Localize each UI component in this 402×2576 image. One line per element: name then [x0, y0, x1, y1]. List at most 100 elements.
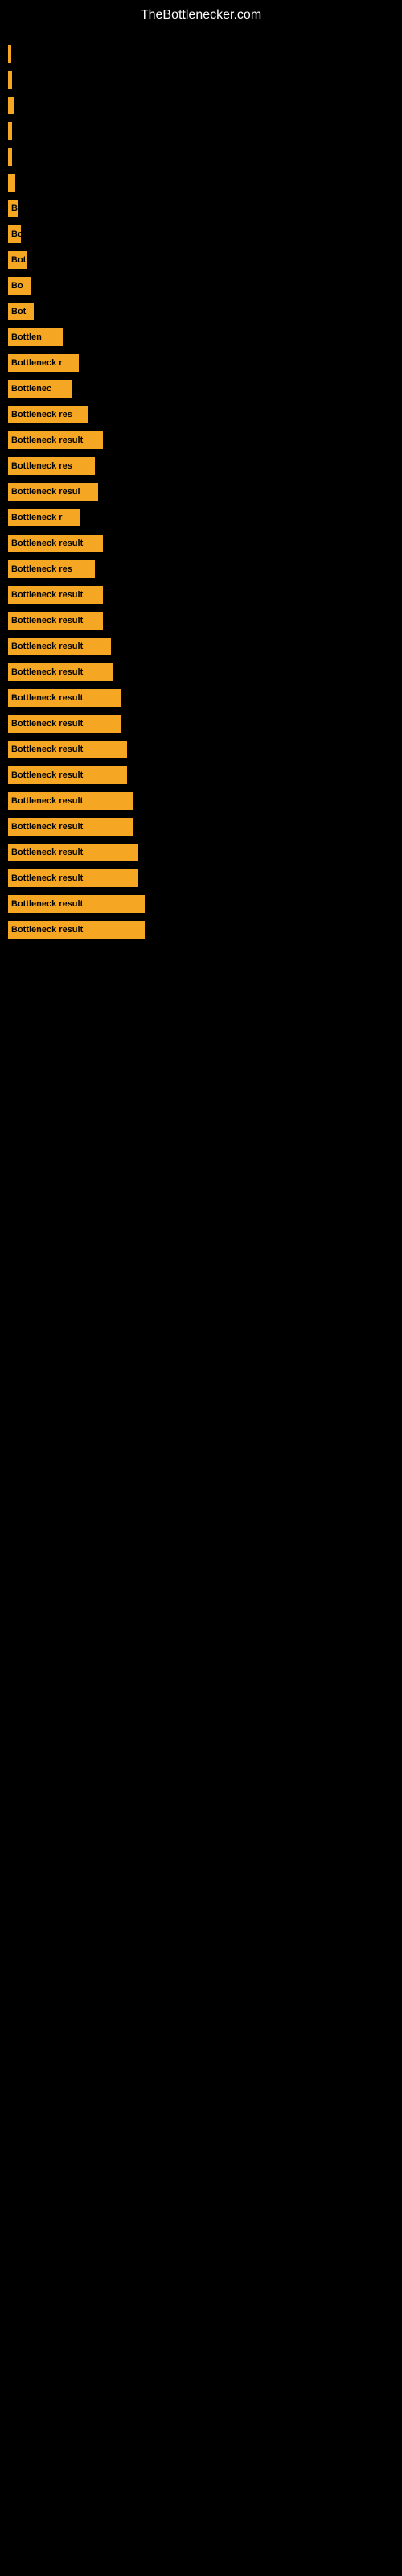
bar-row: Bottleneck result [8, 712, 402, 735]
bar-row: Bottleneck result [8, 532, 402, 555]
bar-row: B [8, 197, 402, 220]
bar-5 [8, 148, 12, 166]
bar-label-23: Bottleneck result [11, 616, 83, 625]
bar-row: Bot [8, 300, 402, 323]
bar-row [8, 120, 402, 142]
bar-row: Bot [8, 249, 402, 271]
bar-row: Bottleneck result [8, 764, 402, 786]
bar-label-30: Bottleneck result [11, 796, 83, 806]
bar-row: Bottleneck result [8, 790, 402, 812]
bar-25: Bottleneck result [8, 663, 113, 681]
bar-label-35: Bottleneck result [11, 925, 83, 935]
bar-row: Bottleneck res [8, 455, 402, 477]
bar-row: Bottleneck result [8, 919, 402, 941]
bar-21: Bottleneck res [8, 560, 95, 578]
bar-31: Bottleneck result [8, 818, 133, 836]
bar-19: Bottleneck r [8, 509, 80, 526]
bar-14: Bottlenec [8, 380, 72, 398]
bar-row: Bottleneck result [8, 584, 402, 606]
bar-row: Bottlenec [8, 378, 402, 400]
bar-label-27: Bottleneck result [11, 719, 83, 729]
bar-17: Bottleneck res [8, 457, 95, 475]
bar-4 [8, 122, 12, 140]
bar-label-8: Bo [11, 229, 21, 239]
bar-13: Bottleneck r [8, 354, 79, 372]
bar-2 [8, 71, 12, 89]
bar-7: B [8, 200, 18, 217]
bar-row: Bottleneck result [8, 687, 402, 709]
bar-label-24: Bottleneck result [11, 642, 83, 651]
bar-29: Bottleneck result [8, 766, 127, 784]
bar-24: Bottleneck result [8, 638, 111, 655]
bar-label-10: Bo [11, 281, 23, 291]
bar-label-13: Bottleneck r [11, 358, 63, 368]
bar-16: Bottleneck result [8, 431, 103, 449]
bar-label-12: Bottlen [11, 332, 42, 342]
bar-34: Bottleneck result [8, 895, 145, 913]
bar-label-32: Bottleneck result [11, 848, 83, 857]
bar-8: Bo [8, 225, 21, 243]
bar-label-19: Bottleneck r [11, 513, 63, 522]
bar-27: Bottleneck result [8, 715, 121, 733]
bar-35: Bottleneck result [8, 921, 145, 939]
bar-18: Bottleneck resul [8, 483, 98, 501]
bar-row [8, 146, 402, 168]
bar-11: Bot [8, 303, 34, 320]
bar-label-11: Bot [11, 307, 26, 316]
bar-row: Bottleneck result [8, 841, 402, 864]
bar-1 [8, 45, 11, 63]
bar-label-26: Bottleneck result [11, 693, 83, 703]
bar-label-34: Bottleneck result [11, 899, 83, 909]
bar-33: Bottleneck result [8, 869, 138, 887]
bar-label-16: Bottleneck result [11, 436, 83, 445]
bar-row: Bottleneck result [8, 661, 402, 683]
bar-label-31: Bottleneck result [11, 822, 83, 832]
bar-23: Bottleneck result [8, 612, 103, 630]
bar-row: Bottleneck result [8, 815, 402, 838]
bar-row: Bottleneck result [8, 893, 402, 915]
bar-row: Bo [8, 223, 402, 246]
bar-label-29: Bottleneck result [11, 770, 83, 780]
bar-15: Bottleneck res [8, 406, 88, 423]
bar-label-9: Bot [11, 255, 26, 265]
bar-label-33: Bottleneck result [11, 873, 83, 883]
bar-row: Bottleneck result [8, 738, 402, 761]
bar-22: Bottleneck result [8, 586, 103, 604]
bar-label-7: B [11, 204, 18, 213]
bars-container: B Bo Bot Bo Bot Bottlen Bottleneck r Bottlenec B… [0, 27, 402, 944]
bar-label-18: Bottleneck resul [11, 487, 80, 497]
bar-label-25: Bottleneck result [11, 667, 83, 677]
bar-row [8, 43, 402, 65]
bar-26: Bottleneck result [8, 689, 121, 707]
bar-label-20: Bottleneck result [11, 539, 83, 548]
bar-label-22: Bottleneck result [11, 590, 83, 600]
bar-row: Bottleneck res [8, 403, 402, 426]
bar-row: Bottleneck r [8, 506, 402, 529]
bar-row: Bo [8, 275, 402, 297]
bar-3 [8, 97, 14, 114]
bar-row [8, 171, 402, 194]
bar-row [8, 94, 402, 117]
bar-row: Bottleneck r [8, 352, 402, 374]
bar-6 [8, 174, 15, 192]
bar-row: Bottleneck result [8, 635, 402, 658]
bar-label-28: Bottleneck result [11, 745, 83, 754]
bar-row: Bottleneck result [8, 609, 402, 632]
bar-label-17: Bottleneck res [11, 461, 72, 471]
bar-label-15: Bottleneck res [11, 410, 72, 419]
bar-12: Bottlen [8, 328, 63, 346]
site-title: TheBottlenecker.com [0, 0, 402, 27]
bar-20: Bottleneck result [8, 535, 103, 552]
bar-row: Bottleneck res [8, 558, 402, 580]
bar-label-14: Bottlenec [11, 384, 51, 394]
bar-30: Bottleneck result [8, 792, 133, 810]
bar-row: Bottleneck result [8, 867, 402, 890]
bar-row: Bottleneck result [8, 429, 402, 452]
bar-label-21: Bottleneck res [11, 564, 72, 574]
bar-32: Bottleneck result [8, 844, 138, 861]
bar-row: Bottleneck resul [8, 481, 402, 503]
bar-row [8, 68, 402, 91]
bar-row: Bottlen [8, 326, 402, 349]
bar-28: Bottleneck result [8, 741, 127, 758]
bar-10: Bo [8, 277, 31, 295]
